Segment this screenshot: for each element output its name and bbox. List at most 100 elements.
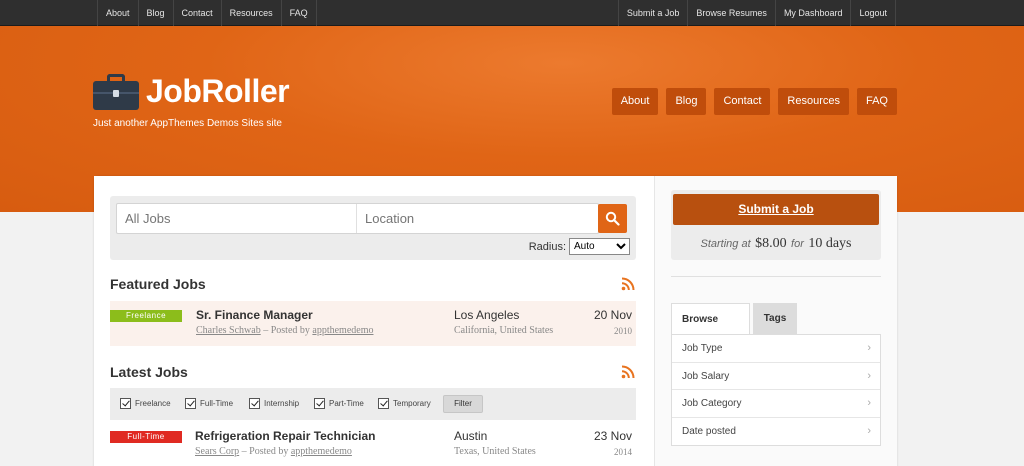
filter-label: Temporary	[393, 399, 431, 408]
featured-job-row[interactable]: Freelance Sr. Finance Manager Charles Sc…	[110, 301, 636, 346]
top-link-contact[interactable]: Contact	[172, 0, 221, 26]
chevron-right-icon: ›	[867, 342, 871, 354]
filter-label: Freelance	[135, 399, 171, 408]
browse-item-job-type[interactable]: Job Type ›	[672, 335, 880, 363]
job-title[interactable]: Refrigeration Repair Technician	[195, 429, 376, 443]
browse-tabs: Browse by... Tags	[671, 303, 797, 357]
sidebar: Submit a Job Starting at $8.00 for 10 da…	[654, 176, 897, 466]
featured-jobs-title: Featured Jobs	[110, 276, 206, 292]
top-nav-right: Submit a Job Browse Resumes My Dashboard…	[617, 0, 896, 26]
browse-item-job-salary[interactable]: Job Salary ›	[672, 363, 880, 390]
location-input[interactable]	[357, 204, 598, 233]
job-title[interactable]: Sr. Finance Manager	[196, 308, 313, 322]
job-meta: Charles Schwab – Posted by appthemedemo	[196, 325, 373, 336]
nav-blog[interactable]: Blog	[666, 88, 707, 115]
logo-text: JobRoller	[146, 73, 290, 109]
filter-internship[interactable]: Internship	[249, 398, 299, 409]
top-link-about[interactable]: About	[97, 0, 138, 26]
radius-label: Radius:	[528, 240, 566, 253]
latest-job-row[interactable]: Full-Time Refrigeration Repair Technicia…	[110, 422, 636, 466]
rss-icon[interactable]	[621, 277, 635, 291]
top-bar: About Blog Contact Resources FAQ Submit …	[0, 0, 1024, 26]
chevron-right-icon: ›	[867, 397, 871, 409]
posted-by-text: – Posted by	[260, 325, 313, 336]
job-state: Texas, United States	[454, 446, 536, 457]
site-tagline: Just another AppThemes Demos Sites site	[93, 118, 282, 129]
job-type-badge: Full-Time	[110, 431, 182, 443]
top-link-browse-resumes[interactable]: Browse Resumes	[687, 0, 775, 26]
starting-at-label: Starting at	[700, 238, 751, 250]
duration-value: 10 days	[808, 236, 852, 251]
search-button[interactable]	[598, 204, 627, 233]
filter-freelance[interactable]: Freelance	[120, 398, 171, 409]
job-date: 20 Nov	[593, 308, 632, 322]
price-value: $8.00	[755, 236, 787, 251]
job-year: 2014	[614, 447, 632, 457]
nav-resources[interactable]: Resources	[778, 88, 849, 115]
browse-item-label: Job Salary	[682, 370, 730, 382]
job-meta: Sears Corp – Posted by appthemedemo	[195, 446, 352, 457]
filter-label: Full-Time	[200, 399, 234, 408]
poster-link[interactable]: appthemedemo	[312, 325, 373, 336]
browse-item-job-category[interactable]: Job Category ›	[672, 390, 880, 418]
site-logo[interactable]: JobRoller	[93, 73, 290, 110]
search-icon	[605, 211, 620, 226]
job-search-box: Radius: Auto	[110, 196, 636, 260]
job-type-filter-bar: Freelance Full-Time Internship Part-Time…	[110, 388, 636, 420]
job-year: 2010	[614, 326, 632, 336]
posted-by-text: – Posted by	[239, 446, 291, 457]
rss-icon[interactable]	[621, 365, 635, 379]
checkbox-icon[interactable]	[185, 398, 196, 409]
top-link-blog[interactable]: Blog	[137, 0, 173, 26]
company-link[interactable]: Sears Corp	[195, 446, 239, 457]
briefcase-icon	[93, 73, 139, 110]
job-city: Los Angeles	[454, 308, 520, 322]
filter-label: Internship	[264, 399, 300, 408]
sidebar-divider	[671, 276, 881, 277]
browse-item-label: Job Type	[682, 343, 723, 354]
pricing-text: Starting at $8.00 for 10 days	[671, 234, 881, 252]
filter-button[interactable]: Filter	[443, 395, 483, 413]
top-link-submit-job[interactable]: Submit a Job	[617, 0, 688, 26]
checkbox-icon[interactable]	[314, 398, 325, 409]
job-type-badge: Freelance	[110, 310, 182, 322]
browse-item-label: Job Category	[682, 398, 742, 409]
job-date: 23 Nov	[593, 429, 632, 443]
radius-control: Radius: Auto	[529, 238, 630, 255]
content-panel: Radius: Auto Featured Jobs Freelance Sr.…	[94, 176, 897, 466]
filter-full-time[interactable]: Full-Time	[185, 398, 233, 409]
tab-tags[interactable]: Tags	[753, 303, 797, 335]
poster-link[interactable]: appthemedemo	[291, 446, 352, 457]
radius-select[interactable]: Auto	[569, 238, 630, 255]
nav-faq[interactable]: FAQ	[856, 88, 897, 115]
checkbox-icon[interactable]	[378, 398, 389, 409]
job-state: California, United States	[454, 325, 554, 336]
submit-job-button[interactable]: Submit a Job	[673, 194, 879, 225]
browse-item-date-posted[interactable]: Date posted ›	[672, 418, 880, 446]
top-nav-left: About Blog Contact Resources FAQ	[97, 0, 317, 26]
checkbox-icon[interactable]	[120, 398, 131, 409]
nav-about[interactable]: About	[611, 88, 659, 115]
tab-browse-by[interactable]: Browse by...	[671, 303, 750, 357]
browse-list: Job Type › Job Salary › Job Category › Date…	[671, 334, 881, 446]
company-link[interactable]: Charles Schwab	[196, 325, 261, 336]
job-city: Austin	[454, 429, 488, 443]
chevron-right-icon: ›	[867, 424, 871, 437]
top-link-resources[interactable]: Resources	[220, 0, 281, 26]
checkbox-icon[interactable]	[249, 398, 260, 409]
chevron-right-icon: ›	[867, 369, 871, 382]
main-column: Radius: Auto Featured Jobs Freelance Sr.…	[94, 176, 654, 466]
top-link-logout[interactable]: Logout	[850, 0, 896, 26]
nav-contact[interactable]: Contact	[714, 88, 771, 115]
top-link-faq[interactable]: FAQ	[280, 0, 317, 26]
filter-temporary[interactable]: Temporary	[378, 398, 431, 409]
top-link-dashboard[interactable]: My Dashboard	[774, 0, 851, 26]
filter-label: Part-Time	[329, 399, 364, 408]
browse-item-label: Date posted	[682, 425, 736, 437]
filter-part-time[interactable]: Part-Time	[314, 398, 364, 409]
keyword-input[interactable]	[117, 204, 357, 233]
submit-job-box: Submit a Job Starting at $8.00 for 10 da…	[671, 190, 881, 260]
latest-jobs-title: Latest Jobs	[110, 364, 188, 380]
main-nav: About Blog Contact Resources FAQ	[611, 88, 897, 115]
search-fields	[116, 203, 599, 234]
